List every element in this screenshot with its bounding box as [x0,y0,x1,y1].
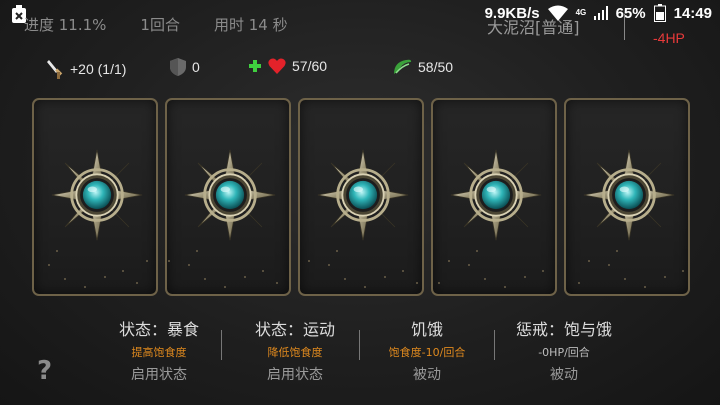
status-action[interactable]: 启用状态 [92,364,226,384]
card-texture [504,286,506,288]
card-4[interactable] [431,98,557,296]
card-texture [608,264,610,266]
card-texture [224,286,226,288]
card-texture [524,276,526,278]
status-title: 饥饿 [410,320,443,339]
card-row [32,98,692,298]
divider [221,330,222,360]
game-header: 进度 11.1% 1回合 用时 14 秒 [24,14,288,35]
battery-percent: 65% [615,4,646,22]
card-texture [188,264,190,266]
battery-icon [653,4,666,22]
defense-value: 0 [192,59,200,75]
card-texture [84,286,86,288]
status-desc: -0HP/回合 [538,346,590,359]
elapsed-time: 用时 14 秒 [213,16,288,34]
card-texture [624,278,626,280]
card-texture [542,270,544,272]
card-texture [416,282,418,284]
satiety-value: 58/50 [418,59,454,75]
attack-value: +20 (1/1) [70,61,127,77]
status-panel: 状态：暴食 提高饱食度 启用状态 状态：运动 降低饱食度 启用状态 饥饿 饱食度… [100,316,660,386]
health-stat: 57/60 [248,58,327,74]
status-action: 被动 [550,367,578,383]
card-texture [438,282,440,284]
card-texture [328,264,330,266]
status-action: 被动 [413,367,441,383]
card-texture [682,270,684,272]
card-emblem-icon [449,148,543,242]
card-texture [196,250,198,252]
card-texture [136,282,138,284]
card-texture [616,250,618,252]
shield-icon [170,58,186,76]
signal-icon [593,6,608,20]
status-punishment: 惩戒：饱与饿 -0HP/回合 被动 [494,316,634,384]
status-gluttony[interactable]: 状态：暴食 提高饱食度 启用状态 [92,316,226,384]
status-action[interactable]: 启用状态 [228,364,362,384]
card-emblem-icon [316,148,410,242]
card-texture [122,270,124,272]
header-divider [624,14,625,40]
card-texture [484,278,486,280]
heart-icon [268,58,286,74]
status-desc: 饱食度-10/回合 [388,346,466,359]
status-title: 状态：暴食 [118,320,199,339]
card-texture [364,286,366,288]
card-texture [468,264,470,266]
card-texture [56,250,58,252]
card-3[interactable] [298,98,424,296]
card-emblem-icon [183,148,277,242]
card-texture [448,260,450,262]
card-emblem-icon [50,148,144,242]
leaf-icon [394,59,412,74]
stats-bar: +20 (1/1) 0 57/60 58/50 [46,58,686,82]
card-texture [336,250,338,252]
card-texture [476,250,478,252]
card-texture [344,278,346,280]
card-texture [402,270,404,272]
attack-stat: +20 (1/1) [46,58,126,80]
card-emblem-icon [582,148,676,242]
card-texture [262,270,264,272]
card-texture [48,264,50,266]
card-texture [104,276,106,278]
status-exercise[interactable]: 状态：运动 降低饱食度 启用状态 [228,316,362,384]
card-texture [204,278,206,280]
card-2[interactable] [165,98,291,296]
clock: 14:49 [673,4,712,22]
round-label: 1回合 [140,16,180,34]
status-title: 惩戒：饱与饿 [515,320,612,339]
health-value: 57/60 [292,58,328,74]
card-texture [308,260,310,262]
status-desc: 提高饱食度 [131,346,187,359]
card-texture [664,276,666,278]
help-button[interactable]: ? [37,356,52,386]
satiety-stat: 58/50 [392,58,453,76]
level-name: 大泥沼[普通] [487,18,580,37]
card-texture [588,260,590,262]
card-texture [384,276,386,278]
card-texture [578,282,580,284]
card-texture [244,276,246,278]
defense-stat: 0 [170,58,200,76]
heal-plus-icon [249,60,261,72]
divider [359,330,360,360]
card-texture [276,282,278,284]
sword-icon [47,60,63,79]
status-title: 状态：运动 [254,320,335,339]
card-texture [168,260,170,262]
progress-label: 进度 11.1% [24,16,107,34]
card-texture [644,286,646,288]
card-1[interactable] [32,98,158,296]
status-hunger: 饥饿 饱食度-10/回合 被动 [364,316,490,384]
status-desc: 降低饱食度 [267,346,323,359]
hp-change: -4HP [653,30,685,46]
card-texture [64,278,66,280]
card-texture [146,260,148,262]
card-5[interactable] [564,98,690,296]
